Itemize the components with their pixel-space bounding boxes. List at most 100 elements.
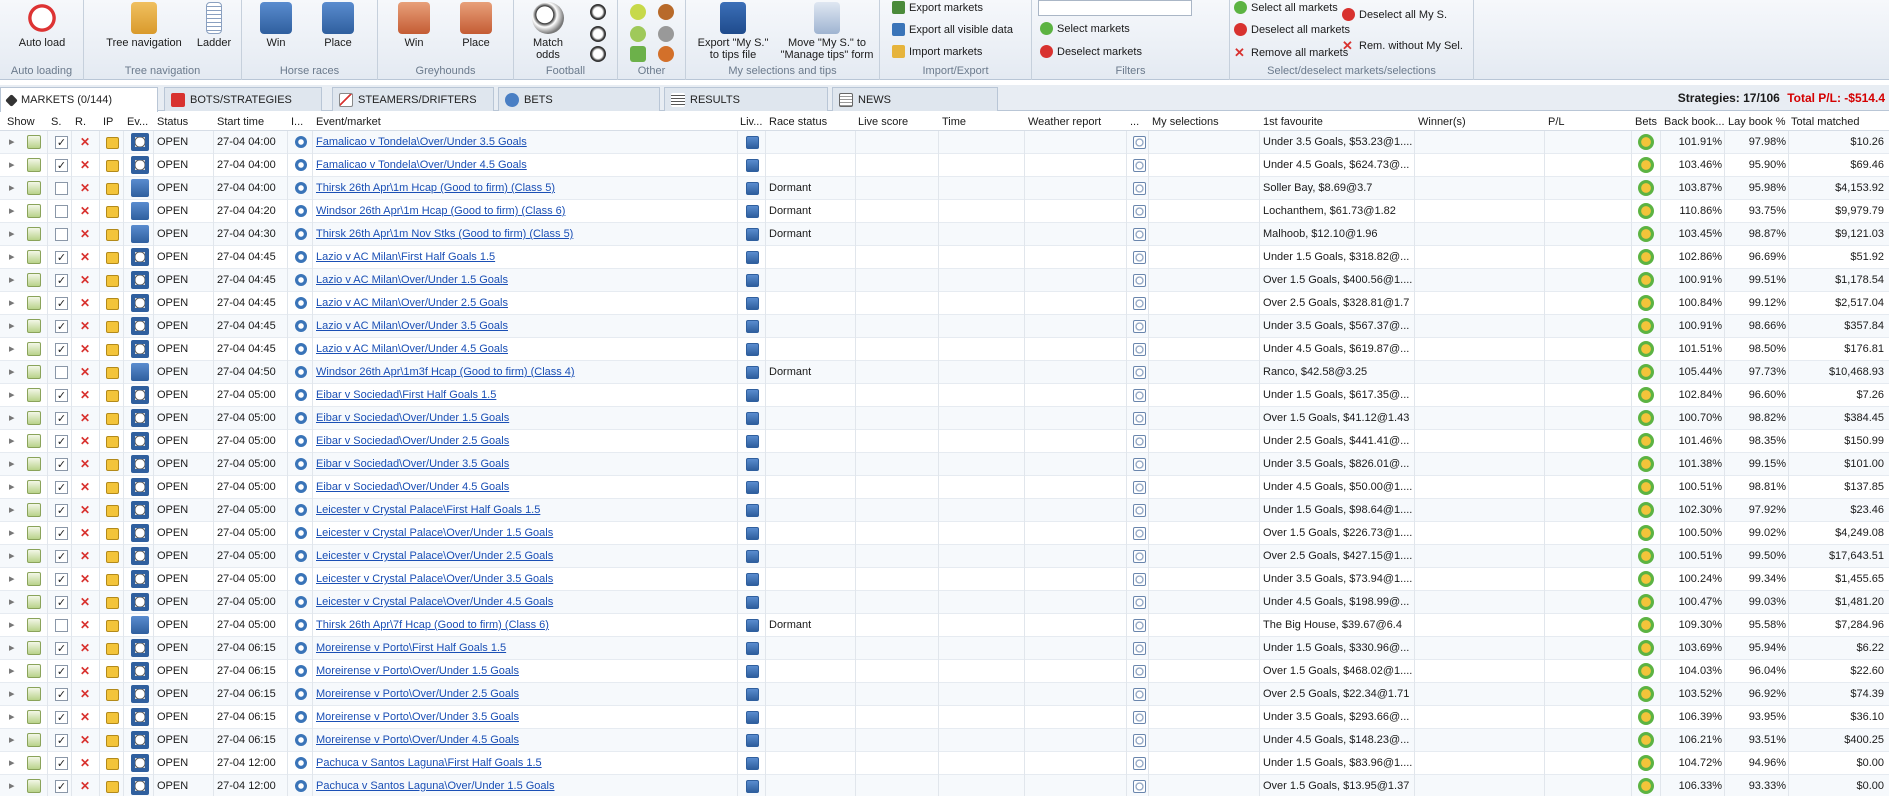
column-header[interactable]: S. <box>51 116 71 128</box>
show-market-icon[interactable] <box>27 181 41 195</box>
column-header[interactable]: My selections <box>1152 116 1260 128</box>
select-checkbox[interactable]: ✓ <box>55 504 68 517</box>
racing-icon[interactable] <box>658 26 674 42</box>
bets-icon[interactable] <box>1638 341 1654 357</box>
live-video-icon[interactable] <box>746 527 759 540</box>
greyhound-win-button[interactable]: Win <box>392 2 436 50</box>
live-video-icon[interactable] <box>746 665 759 678</box>
remove-market-icon[interactable]: ✕ <box>80 227 94 241</box>
in-play-icon[interactable] <box>106 160 119 172</box>
table-row[interactable]: ▸ ✕ OPEN 27-04 04:00 Thirsk 26th Apr\1m Hcap… <box>0 177 1889 200</box>
market-link[interactable]: Eibar v Sociedad\Over/Under 4.5 Goals <box>316 481 736 493</box>
in-play-icon[interactable] <box>106 712 119 724</box>
show-market-icon[interactable] <box>27 733 41 747</box>
in-play-icon[interactable] <box>106 666 119 678</box>
table-row[interactable]: ▸ ✓ ✕ OPEN 27-04 06:15 Moreirense v Porto\Ove… <box>0 706 1889 729</box>
info-icon[interactable] <box>295 458 307 470</box>
info-icon[interactable] <box>295 435 307 447</box>
show-market-icon[interactable] <box>27 158 41 172</box>
market-link[interactable]: Lazio v AC Milan\Over/Under 3.5 Goals <box>316 320 736 332</box>
show-market-icon[interactable] <box>27 135 41 149</box>
greyhound-place-button[interactable]: Place <box>454 2 498 50</box>
show-market-icon[interactable] <box>27 641 41 655</box>
expand-arrow-icon[interactable]: ▸ <box>9 319 17 332</box>
tennis-icon[interactable] <box>630 4 646 20</box>
live-video-icon[interactable] <box>746 757 759 770</box>
tab-results[interactable]: RESULTS <box>664 87 828 111</box>
football-small-icon[interactable] <box>590 4 606 20</box>
show-market-icon[interactable] <box>27 342 41 356</box>
search-icon[interactable] <box>1133 435 1146 448</box>
live-video-icon[interactable] <box>746 504 759 517</box>
expand-arrow-icon[interactable]: ▸ <box>9 388 17 401</box>
show-market-icon[interactable] <box>27 411 41 425</box>
select-checkbox[interactable]: ✓ <box>55 320 68 333</box>
table-row[interactable]: ▸ ✓ ✕ OPEN 27-04 06:15 Moreirense v Porto\Fir… <box>0 637 1889 660</box>
cricket-icon[interactable] <box>658 4 674 20</box>
select-checkbox[interactable]: ✓ <box>55 297 68 310</box>
search-icon[interactable] <box>1133 343 1146 356</box>
in-play-icon[interactable] <box>106 459 119 471</box>
select-checkbox[interactable]: ✓ <box>55 136 68 149</box>
market-link[interactable]: Leicester v Crystal Palace\Over/Under 3.… <box>316 573 736 585</box>
deselect-markets-button[interactable]: Deselect markets <box>1040 45 1142 58</box>
table-row[interactable]: ▸ ✓ ✕ OPEN 27-04 05:00 Leicester v Crystal Pa… <box>0 568 1889 591</box>
search-icon[interactable] <box>1133 136 1146 149</box>
in-play-icon[interactable] <box>106 482 119 494</box>
market-link[interactable]: Eibar v Sociedad\First Half Goals 1.5 <box>316 389 736 401</box>
in-play-icon[interactable] <box>106 689 119 701</box>
select-checkbox[interactable]: ✓ <box>55 734 68 747</box>
market-link[interactable]: Lazio v AC Milan\Over/Under 4.5 Goals <box>316 343 736 355</box>
live-video-icon[interactable] <box>746 366 759 379</box>
search-icon[interactable] <box>1133 389 1146 402</box>
live-video-icon[interactable] <box>746 734 759 747</box>
column-header[interactable]: IP <box>103 116 123 128</box>
info-icon[interactable] <box>295 757 307 769</box>
import-markets-button[interactable]: Import markets <box>892 45 982 58</box>
info-icon[interactable] <box>295 159 307 171</box>
table-row[interactable]: ▸ ✓ ✕ OPEN 27-04 05:00 Eibar v Sociedad\First… <box>0 384 1889 407</box>
remove-market-icon[interactable]: ✕ <box>80 733 94 747</box>
select-checkbox[interactable]: ✓ <box>55 274 68 287</box>
market-link[interactable]: Eibar v Sociedad\Over/Under 3.5 Goals <box>316 458 736 470</box>
show-market-icon[interactable] <box>27 549 41 563</box>
tab-steamers-drifters[interactable]: STEAMERS/DRIFTERS <box>332 87 494 111</box>
in-play-icon[interactable] <box>106 390 119 402</box>
table-row[interactable]: ▸ ✓ ✕ OPEN 27-04 04:45 Lazio v AC Milan\Over/… <box>0 338 1889 361</box>
expand-arrow-icon[interactable]: ▸ <box>9 457 17 470</box>
info-icon[interactable] <box>295 251 307 263</box>
in-play-icon[interactable] <box>106 183 119 195</box>
search-icon[interactable] <box>1133 527 1146 540</box>
deselect-all-my-selections-button[interactable]: Deselect all My S. <box>1342 8 1447 21</box>
search-icon[interactable] <box>1133 366 1146 379</box>
market-link[interactable]: Thirsk 26th Apr\1m Hcap (Good to firm) (… <box>316 182 736 194</box>
column-header[interactable]: Race status <box>769 116 855 128</box>
expand-arrow-icon[interactable]: ▸ <box>9 618 17 631</box>
live-video-icon[interactable] <box>746 251 759 264</box>
expand-arrow-icon[interactable]: ▸ <box>9 365 17 378</box>
select-checkbox[interactable]: ✓ <box>55 711 68 724</box>
search-icon[interactable] <box>1133 619 1146 632</box>
in-play-icon[interactable] <box>106 321 119 333</box>
market-link[interactable]: Lazio v AC Milan\Over/Under 1.5 Goals <box>316 274 736 286</box>
tree-navigation-button[interactable]: Tree navigation <box>106 2 182 50</box>
table-row[interactable]: ▸ ✕ OPEN 27-04 05:00 Thirsk 26th Apr\7f Hcap… <box>0 614 1889 637</box>
select-checkbox[interactable]: ✓ <box>55 343 68 356</box>
remove-without-my-selections-button[interactable]: ✕ Rem. without My Sel. <box>1342 38 1463 54</box>
remove-market-icon[interactable]: ✕ <box>80 779 94 793</box>
column-header[interactable]: Liv... <box>740 116 765 128</box>
search-icon[interactable] <box>1133 780 1146 793</box>
remove-market-icon[interactable]: ✕ <box>80 503 94 517</box>
search-icon[interactable] <box>1133 596 1146 609</box>
remove-market-icon[interactable]: ✕ <box>80 572 94 586</box>
expand-arrow-icon[interactable]: ▸ <box>9 158 17 171</box>
remove-market-icon[interactable]: ✕ <box>80 595 94 609</box>
expand-arrow-icon[interactable]: ▸ <box>9 526 17 539</box>
search-icon[interactable] <box>1133 297 1146 310</box>
football-small-icon[interactable] <box>590 46 606 62</box>
expand-arrow-icon[interactable]: ▸ <box>9 227 17 240</box>
remove-market-icon[interactable]: ✕ <box>80 158 94 172</box>
table-row[interactable]: ▸ ✓ ✕ OPEN 27-04 12:00 Pachuca v Santos Lagun… <box>0 752 1889 775</box>
remove-market-icon[interactable]: ✕ <box>80 434 94 448</box>
bets-icon[interactable] <box>1638 387 1654 403</box>
